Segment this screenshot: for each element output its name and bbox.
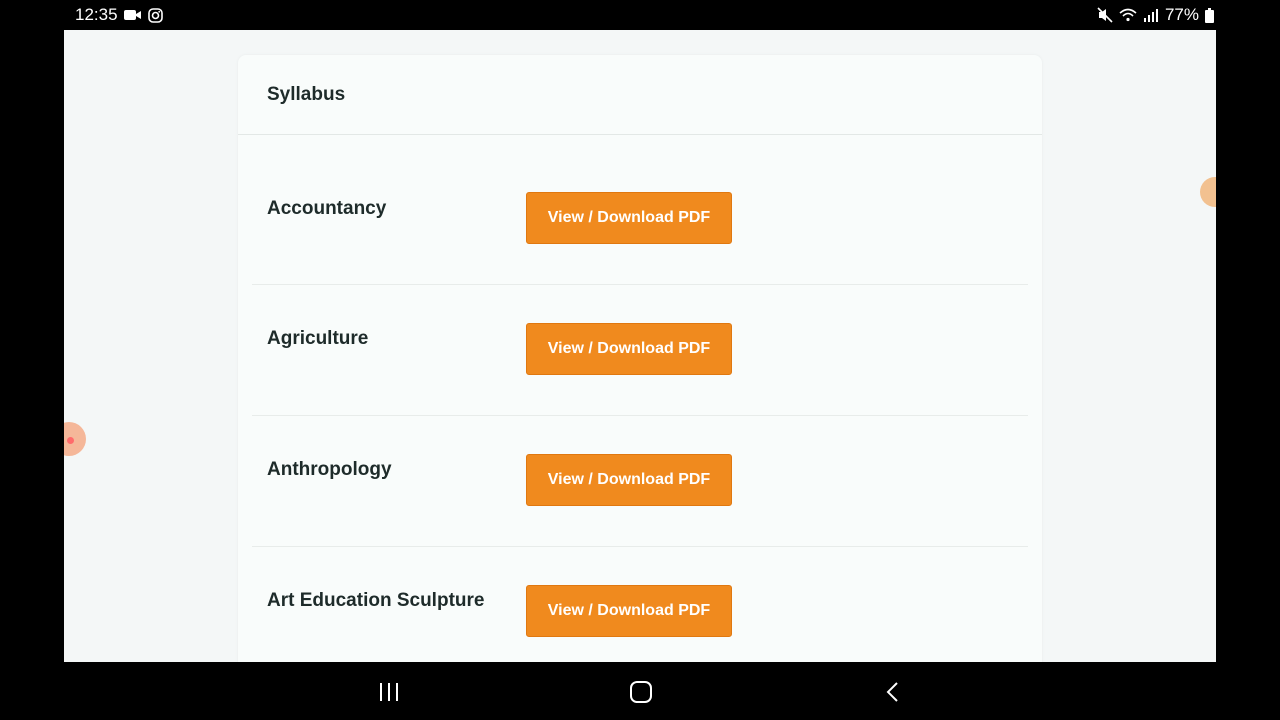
subject-name: Accountancy [267,198,387,219]
video-camera-icon [123,8,142,22]
instagram-icon [147,7,163,23]
subject-name: Anthropology [267,459,392,480]
subject-row: Agriculture View / Download PDF [238,285,1042,416]
subject-row: Accountancy View / Download PDF [238,135,1042,285]
view-download-pdf-button[interactable]: View / Download PDF [526,454,732,506]
card-header: Syllabus [238,55,1042,135]
back-icon[interactable] [880,680,906,704]
subject-row: Anthropology View / Download PDF [238,416,1042,547]
page-title: Syllabus [267,83,346,105]
status-time: 12:35 [75,5,118,24]
signal-icon [1143,8,1159,22]
view-download-pdf-button[interactable]: View / Download PDF [526,192,732,244]
navigation-bar [0,662,1280,720]
subject-name: Agriculture [267,328,369,349]
status-bar: 12:35 77% [0,0,1280,30]
view-download-pdf-button[interactable]: View / Download PDF [526,323,732,375]
view-download-pdf-button[interactable]: View / Download PDF [526,585,732,637]
subject-name: Art Education Sculpture [267,590,485,611]
home-icon[interactable] [628,680,654,704]
battery-icon [1205,7,1214,23]
wifi-icon [1119,8,1137,22]
mute-icon [1097,7,1113,23]
battery-percent: 77% [1164,5,1199,24]
syllabus-card: Syllabus Accountancy View / Download PDF… [238,55,1042,662]
floating-edit-icon[interactable] [1200,177,1216,207]
recent-apps-icon[interactable] [376,680,402,704]
subject-row: Art Education Sculpture View / Download … [238,547,1042,662]
floating-record-icon[interactable] [64,422,86,456]
app-screen: Syllabus Accountancy View / Download PDF… [64,30,1216,662]
